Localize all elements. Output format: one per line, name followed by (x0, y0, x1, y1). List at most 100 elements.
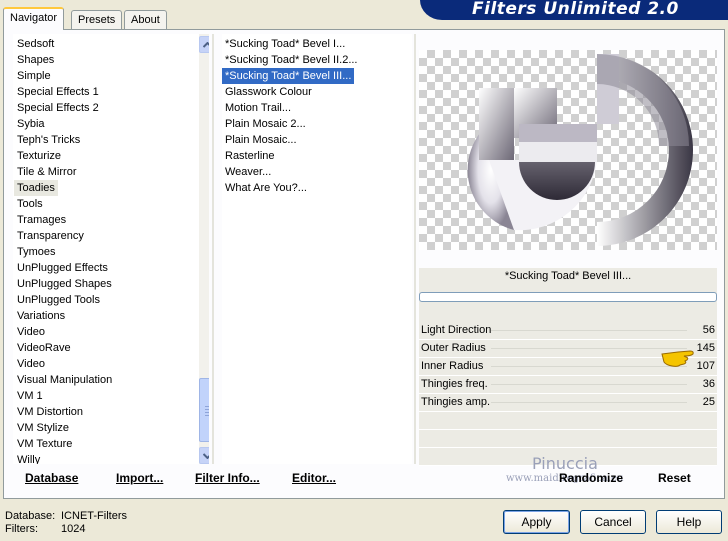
param-label: Outer Radius (421, 342, 486, 354)
tab-navigator[interactable]: Navigator (3, 7, 65, 30)
category-item-label: Tools (17, 198, 43, 210)
category-item[interactable]: VM Stylize (14, 420, 209, 436)
category-item[interactable]: UnPlugged Shapes (14, 276, 209, 292)
database-value: ICNET-Filters (61, 510, 127, 522)
filter-item[interactable]: Motion Trail... (222, 100, 412, 116)
category-item[interactable]: Simple (14, 68, 209, 84)
scroll-down-button[interactable] (199, 447, 209, 464)
category-item[interactable]: VM 1 (14, 388, 209, 404)
category-item[interactable]: Special Effects 2 (14, 100, 209, 116)
param-value[interactable]: 145 (697, 342, 715, 354)
category-item[interactable]: Sybia (14, 116, 209, 132)
param-value[interactable]: 25 (703, 396, 715, 408)
category-item[interactable]: Special Effects 1 (14, 84, 209, 100)
category-item-label: Sedsoft (17, 38, 55, 50)
list-divider (212, 34, 214, 464)
category-item[interactable]: Video (14, 356, 209, 372)
category-item[interactable]: Texturize (14, 148, 209, 164)
category-item-label: Visual Manipulation (17, 374, 113, 386)
editor-link[interactable]: Editor... (292, 471, 336, 485)
category-item[interactable]: Visual Manipulation (14, 372, 209, 388)
filter-item[interactable]: Weaver... (222, 164, 412, 180)
apply-button[interactable]: Apply (503, 510, 570, 534)
cancel-button[interactable]: Cancel (580, 510, 646, 534)
help-button[interactable]: Help (656, 510, 722, 534)
filter-item[interactable]: Plain Mosaic... (222, 132, 412, 148)
category-item[interactable]: Tile & Mirror (14, 164, 209, 180)
category-item[interactable]: Video (14, 324, 209, 340)
category-item[interactable]: Tools (14, 196, 209, 212)
filter-item-label: Motion Trail... (225, 102, 292, 114)
category-item-label: VM Texture (17, 438, 73, 450)
filter-item-label: Plain Mosaic... (225, 134, 297, 146)
category-item[interactable]: Variations (14, 308, 209, 324)
tab-about[interactable]: About (124, 10, 167, 29)
category-item-label: Video (17, 326, 45, 338)
category-item[interactable]: UnPlugged Effects (14, 260, 209, 276)
category-list[interactable]: Sedsoft Shapes Simple Special Effects 1 Spec… (13, 34, 209, 464)
param-value[interactable]: 107 (697, 360, 715, 372)
category-scrollbar[interactable] (199, 34, 209, 464)
filter-info-link-label: Filter Info... (195, 471, 260, 485)
scroll-up-button[interactable] (199, 36, 209, 53)
filter-info-link[interactable]: Filter Info... (195, 471, 260, 485)
filter-item-label: *Sucking Toad* Bevel I... (225, 38, 346, 50)
category-item[interactable]: Sedsoft (14, 36, 209, 52)
category-item[interactable]: Tymoes (14, 244, 209, 260)
param-value[interactable]: 36 (703, 378, 715, 390)
param-row-empty (419, 412, 717, 430)
shape-center-band (519, 124, 597, 142)
category-item[interactable]: VM Texture (14, 436, 209, 452)
filter-list[interactable]: *Sucking Toad* Bevel I... *Sucking Toad* … (222, 34, 412, 464)
category-item[interactable]: Willy (14, 452, 209, 464)
param-row[interactable]: Light Direction 56 (419, 322, 717, 340)
param-label: Thingies freq. (421, 378, 488, 390)
category-item[interactable]: VM Distortion (14, 404, 209, 420)
filter-item[interactable]: Rasterline (222, 148, 412, 164)
filter-item[interactable]: *Sucking Toad* Bevel I... (222, 36, 412, 52)
filter-item[interactable]: What Are You?... (222, 180, 412, 196)
chevron-up-icon (203, 41, 209, 48)
category-items: Sedsoft Shapes Simple Special Effects 1 Spec… (13, 34, 209, 464)
filter-item-label: Plain Mosaic 2... (225, 118, 306, 130)
shape-left-block (479, 88, 514, 160)
filter-item-label: Weaver... (225, 166, 272, 178)
param-value[interactable]: 56 (703, 324, 715, 336)
filter-item[interactable]: Glasswork Colour (222, 84, 412, 100)
category-item[interactable]: Toadies (14, 180, 209, 196)
param-slider[interactable] (491, 348, 687, 349)
category-item[interactable]: Teph's Tricks (14, 132, 209, 148)
reset-button[interactable]: Reset (658, 471, 691, 485)
tab-presets[interactable]: Presets (71, 10, 123, 29)
category-item[interactable]: UnPlugged Tools (14, 292, 209, 308)
editor-link-label: Editor... (292, 471, 337, 485)
param-slider[interactable] (491, 330, 687, 331)
category-item-label: Special Effects 2 (17, 102, 99, 114)
param-slider[interactable] (491, 384, 687, 385)
list-divider-2 (414, 34, 416, 464)
category-item[interactable]: Shapes (14, 52, 209, 68)
category-item[interactable]: Tramages (14, 212, 209, 228)
database-link[interactable]: Database (25, 471, 78, 485)
category-item-label: Willy (17, 454, 41, 464)
import-link[interactable]: Import... (116, 471, 163, 485)
param-row[interactable]: Thingies amp. 25 (419, 394, 717, 412)
pointing-hand-icon (661, 350, 694, 367)
param-label: Inner Radius (421, 360, 484, 372)
param-row[interactable]: Thingies freq. 36 (419, 376, 717, 394)
category-item-label: VM 1 (17, 390, 43, 402)
category-item-label: Shapes (17, 54, 55, 66)
filter-item[interactable]: Plain Mosaic 2... (222, 116, 412, 132)
scrollbar-thumb[interactable] (199, 378, 209, 442)
category-item[interactable]: VideoRave (14, 340, 209, 356)
randomize-button[interactable]: Randomize (559, 471, 623, 485)
filter-item-label: *Sucking Toad* Bevel III... (222, 67, 356, 85)
param-slider[interactable] (491, 402, 687, 403)
param-slider[interactable] (491, 366, 687, 367)
filter-item[interactable]: *Sucking Toad* Bevel III... (222, 67, 412, 85)
param-label: Thingies amp. (421, 396, 491, 408)
category-item-label: VM Stylize (17, 422, 69, 434)
category-item[interactable]: Transparency (14, 228, 209, 244)
filter-item-label: Glasswork Colour (225, 86, 312, 98)
filter-item[interactable]: *Sucking Toad* Bevel II.2... (222, 52, 412, 68)
